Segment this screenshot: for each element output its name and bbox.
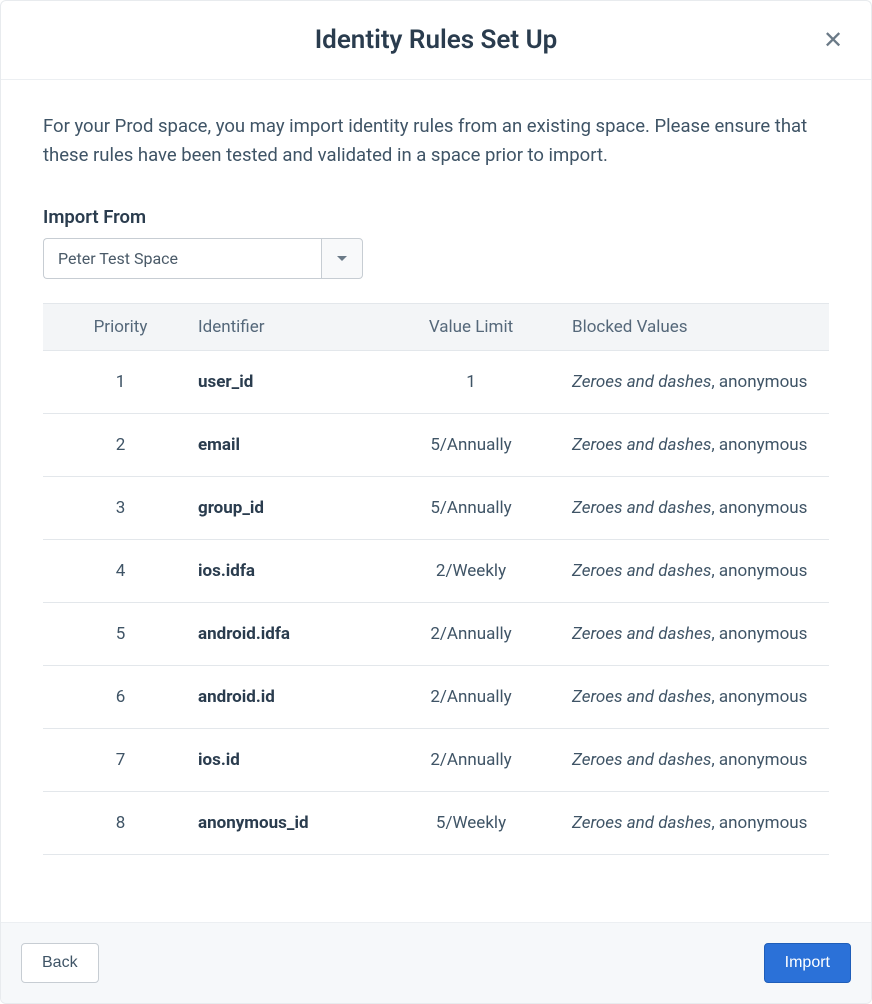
import-button[interactable]: Import	[764, 943, 851, 983]
blocked-values-italic: Zeroes and dashes	[572, 750, 711, 770]
cell-identifier: ios.id	[198, 728, 390, 791]
table-header: Priority Identifier Value Limit Blocked …	[43, 303, 829, 350]
blocked-values-rest: , anonymous	[711, 750, 807, 770]
modal-description: For your Prod space, you may import iden…	[43, 112, 829, 170]
table-row: 5android.idfa2/AnnuallyZeroes and dashes…	[43, 602, 829, 665]
cell-priority: 4	[43, 539, 198, 602]
import-from-select[interactable]: Peter Test Space	[43, 238, 829, 279]
cell-priority: 7	[43, 728, 198, 791]
blocked-values-rest: , anonymous	[711, 624, 807, 644]
cell-value-limit: 5/Weekly	[390, 791, 552, 854]
cell-priority: 2	[43, 413, 198, 476]
cell-value-limit: 2/Annually	[390, 665, 552, 728]
cell-priority: 3	[43, 476, 198, 539]
cell-identifier: group_id	[198, 476, 390, 539]
cell-priority: 1	[43, 350, 198, 413]
table-row: 3group_id5/AnnuallyZeroes and dashes, an…	[43, 476, 829, 539]
blocked-values-rest: , anonymous	[711, 372, 807, 392]
column-priority: Priority	[43, 303, 198, 350]
modal-title: Identity Rules Set Up	[315, 25, 558, 55]
cell-identifier: email	[198, 413, 390, 476]
cell-identifier: android.idfa	[198, 602, 390, 665]
cell-blocked-values: Zeroes and dashes, anonymous	[552, 350, 829, 413]
blocked-values-italic: Zeroes and dashes	[572, 687, 711, 707]
column-value-limit: Value Limit	[390, 303, 552, 350]
import-from-value[interactable]: Peter Test Space	[43, 238, 321, 279]
back-button[interactable]: Back	[21, 943, 99, 983]
cell-value-limit: 2/Annually	[390, 602, 552, 665]
cell-blocked-values: Zeroes and dashes, anonymous	[552, 728, 829, 791]
blocked-values-italic: Zeroes and dashes	[572, 561, 711, 581]
cell-blocked-values: Zeroes and dashes, anonymous	[552, 791, 829, 854]
table-row: 8anonymous_id5/WeeklyZeroes and dashes, …	[43, 791, 829, 854]
cell-identifier: android.id	[198, 665, 390, 728]
cell-value-limit: 2/Annually	[390, 728, 552, 791]
modal-header: Identity Rules Set Up ✕	[1, 1, 871, 80]
cell-identifier: ios.idfa	[198, 539, 390, 602]
blocked-values-italic: Zeroes and dashes	[572, 624, 711, 644]
blocked-values-rest: , anonymous	[711, 813, 807, 833]
cell-value-limit: 2/Weekly	[390, 539, 552, 602]
blocked-values-rest: , anonymous	[711, 687, 807, 707]
identity-rules-table: Priority Identifier Value Limit Blocked …	[43, 303, 829, 855]
blocked-values-italic: Zeroes and dashes	[572, 372, 711, 392]
cell-value-limit: 5/Annually	[390, 476, 552, 539]
blocked-values-italic: Zeroes and dashes	[572, 813, 711, 833]
blocked-values-rest: , anonymous	[711, 561, 807, 581]
blocked-values-rest: , anonymous	[711, 435, 807, 455]
column-identifier: Identifier	[198, 303, 390, 350]
import-from-toggle[interactable]	[321, 238, 363, 279]
close-button[interactable]: ✕	[819, 26, 847, 54]
close-icon: ✕	[823, 26, 843, 55]
blocked-values-italic: Zeroes and dashes	[572, 498, 711, 518]
cell-blocked-values: Zeroes and dashes, anonymous	[552, 476, 829, 539]
cell-priority: 5	[43, 602, 198, 665]
table-row: 4ios.idfa2/WeeklyZeroes and dashes, anon…	[43, 539, 829, 602]
cell-blocked-values: Zeroes and dashes, anonymous	[552, 539, 829, 602]
import-from-label: Import From	[43, 206, 829, 228]
table-row: 1user_id1Zeroes and dashes, anonymous	[43, 350, 829, 413]
table-row: 2email5/AnnuallyZeroes and dashes, anony…	[43, 413, 829, 476]
modal-body: For your Prod space, you may import iden…	[1, 80, 871, 922]
table-row: 6android.id2/AnnuallyZeroes and dashes, …	[43, 665, 829, 728]
cell-value-limit: 1	[390, 350, 552, 413]
cell-blocked-values: Zeroes and dashes, anonymous	[552, 413, 829, 476]
cell-blocked-values: Zeroes and dashes, anonymous	[552, 665, 829, 728]
cell-priority: 8	[43, 791, 198, 854]
identity-rules-modal: Identity Rules Set Up ✕ For your Prod sp…	[0, 0, 872, 1004]
blocked-values-rest: , anonymous	[711, 498, 807, 518]
cell-blocked-values: Zeroes and dashes, anonymous	[552, 602, 829, 665]
cell-identifier: anonymous_id	[198, 791, 390, 854]
table-row: 7ios.id2/AnnuallyZeroes and dashes, anon…	[43, 728, 829, 791]
cell-identifier: user_id	[198, 350, 390, 413]
modal-footer: Back Import	[1, 922, 871, 1003]
table-body: 1user_id1Zeroes and dashes, anonymous2em…	[43, 350, 829, 854]
blocked-values-italic: Zeroes and dashes	[572, 435, 711, 455]
cell-priority: 6	[43, 665, 198, 728]
cell-value-limit: 5/Annually	[390, 413, 552, 476]
chevron-down-icon	[337, 256, 347, 261]
column-blocked-values: Blocked Values	[552, 303, 829, 350]
